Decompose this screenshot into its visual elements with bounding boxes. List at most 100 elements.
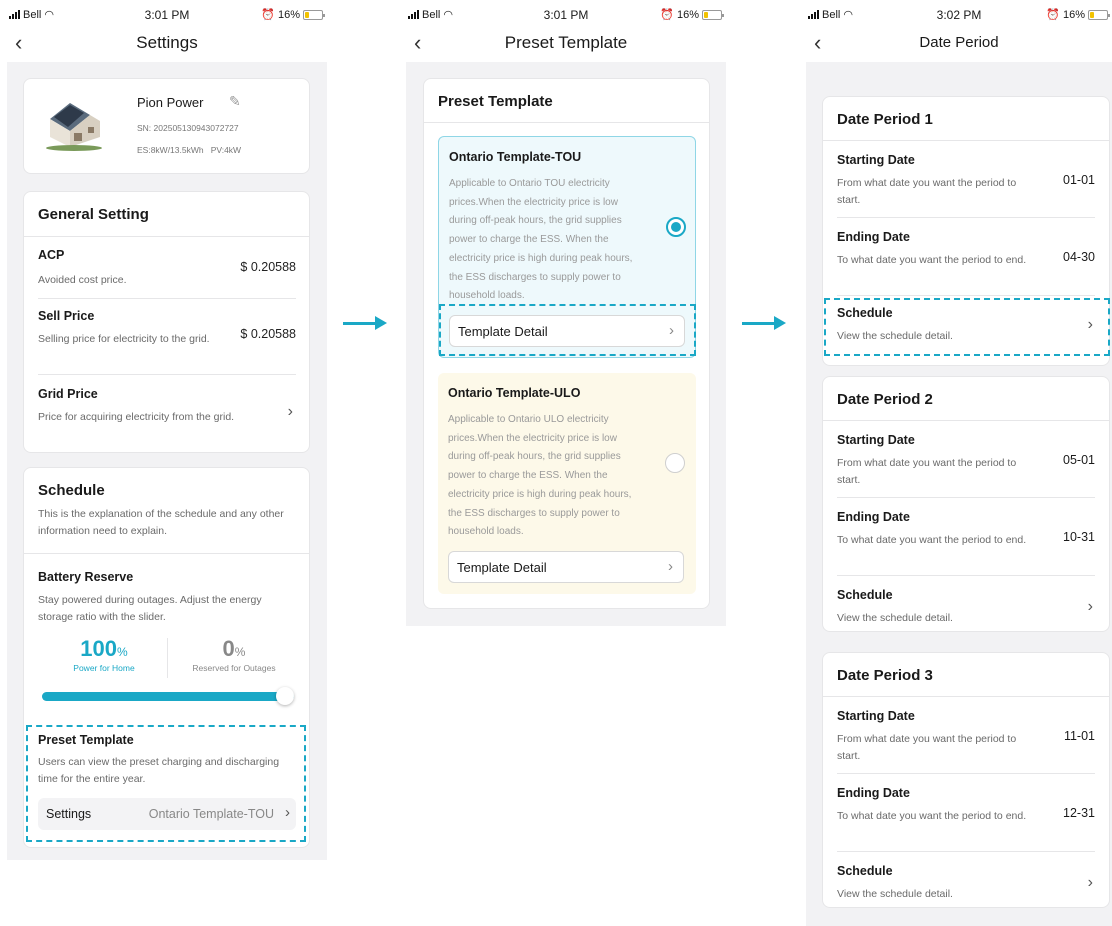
starting-date-row[interactable]: Starting Date From what date you want th… [823,421,1109,497]
settings-screen: Bell ◠ 3:01 PM ⏰ 16% ‹ Settings Pion Power [7,0,327,926]
schedule-row[interactable]: Schedule View the schedule detail. › [823,576,1109,632]
battery-percent: 16% [676,8,699,21]
chevron-right-icon: › [287,403,293,420]
ending-date-label: Ending Date [837,230,910,244]
outage-reserve-value: 0 [222,636,235,661]
nav-bar: ‹ Date Period [806,30,1112,58]
battery-icon [702,9,724,20]
preset-template-screen: Bell ◠ 3:01 PM ⏰ 16% ‹ Preset Template Pre… [406,0,726,926]
device-name: Pion Power [137,95,204,110]
page-title: Date Period [919,34,999,51]
home-power-readout: 100% Power for Home [54,636,154,673]
grid-price-label: Grid Price [38,387,98,401]
flow-arrow-icon [742,316,786,330]
template-detail-label: Template Detail [457,560,547,575]
battery-reserve-desc: Stay powered during outages. Adjust the … [38,594,262,623]
radio-unselected-icon[interactable] [665,453,685,473]
alarm-icon: ⏰ [1046,9,1060,21]
template-detail-button[interactable]: Template Detail › [448,551,684,583]
ending-date-label: Ending Date [837,510,910,524]
starting-date-value: 05-01 [1063,453,1095,467]
ending-date-value: 04-30 [1063,250,1095,264]
acp-label: ACP [38,248,65,262]
general-setting-header: General Setting [38,206,149,223]
highlight-template-detail [439,304,696,356]
battery-reserve-label: Battery Reserve [38,570,134,584]
schedule-label: Schedule [837,588,893,602]
ending-date-value: 10-31 [1063,530,1095,544]
reserve-slider[interactable] [42,687,294,705]
battery-icon [1088,9,1110,20]
sell-price-value: $ 0.20588 [240,327,296,341]
ending-date-row[interactable]: Ending Date To what date you want the pe… [823,218,1109,295]
sell-price-desc: Selling price for electricity to the gri… [38,333,210,345]
acp-value: $ 0.20588 [240,260,296,274]
acp-row[interactable]: ACP Avoided cost price. $ 0.20588 [24,238,309,298]
date-period-card: Date Period 2 Starting Date From what da… [822,376,1110,632]
highlight-schedule-row [824,298,1110,356]
divider [424,122,709,123]
house-image [44,97,106,151]
ending-date-desc: To what date you want the period to end. [837,254,1027,266]
starting-date-row[interactable]: Starting Date From what date you want th… [823,697,1109,773]
acp-desc: Avoided cost price. [38,274,127,286]
sell-price-label: Sell Price [38,309,95,323]
status-bar: Bell ◠ 3:01 PM ⏰ 16% [406,0,726,30]
divider [24,553,309,554]
general-setting-card: General Setting ACP Avoided cost price. … [23,191,310,453]
edit-icon[interactable]: ✎ [229,93,241,110]
alarm-icon: ⏰ [660,9,674,21]
status-bar: Bell ◠ 3:01 PM ⏰ 16% [7,0,327,30]
schedule-desc: View the schedule detail. [837,612,953,624]
template-desc: Applicable to Ontario ULO electricity pr… [448,414,632,538]
radio-selected-icon[interactable] [666,217,686,237]
nav-bar: ‹ Settings [7,30,327,58]
battery-percent: 16% [1062,8,1085,21]
date-period-header: Date Period 2 [837,391,933,408]
ending-date-row[interactable]: Ending Date To what date you want the pe… [823,498,1109,575]
starting-date-desc: From what date you want the period to st… [837,457,1017,486]
starting-date-desc: From what date you want the period to st… [837,177,1017,206]
date-period-card: Date Period 3 Starting Date From what da… [822,652,1110,908]
starting-date-label: Starting Date [837,709,915,723]
date-period-header: Date Period 3 [837,667,933,684]
starting-date-label: Starting Date [837,433,915,447]
chevron-right-icon: › [1087,598,1093,615]
ending-date-row[interactable]: Ending Date To what date you want the pe… [823,774,1109,851]
ending-date-desc: To what date you want the period to end. [837,534,1027,546]
divider [24,236,309,237]
battery-icon [303,9,325,20]
preset-card-header: Preset Template [438,93,553,110]
schedule-header: Schedule [38,482,105,499]
page-title: Settings [136,33,198,52]
slider-thumb[interactable] [276,687,294,705]
template-option-ulo[interactable]: Ontario Template-ULO Applicable to Ontar… [438,373,696,594]
outage-reserve-unit: % [234,645,246,659]
date-period-header: Date Period 1 [837,111,933,128]
device-specs: ES:8kW/13.5kWh PV:4kW [137,145,242,155]
schedule-label: Schedule [837,864,893,878]
template-name: Ontario Template-TOU [449,150,582,164]
ending-date-desc: To what date you want the period to end. [837,810,1027,822]
ending-date-label: Ending Date [837,786,910,800]
chevron-right-icon: › [1087,874,1093,891]
date-period-content: Date Period 1 Starting Date From what da… [806,62,1112,926]
grid-price-row[interactable]: Grid Price Price for acquiring electrici… [24,375,309,451]
starting-date-label: Starting Date [837,153,915,167]
home-power-value: 100 [80,636,118,661]
starting-date-row[interactable]: Starting Date From what date you want th… [823,141,1109,217]
outage-reserve-label: Reserved for Outages [192,663,276,673]
sell-price-row[interactable]: Sell Price Selling price for electricity… [24,299,309,373]
device-sn: SN: 202505130943072727 [137,123,239,133]
outage-reserve-readout: 0% Reserved for Outages [179,636,289,673]
page-title: Preset Template [504,33,628,52]
schedule-desc: This is the explanation of the schedule … [38,508,284,537]
schedule-row[interactable]: Schedule View the schedule detail. › [823,852,1109,908]
slider-fill [42,692,294,701]
chevron-right-icon: › [668,558,673,575]
highlight-preset-template [26,725,306,842]
divider [167,638,168,678]
flow-arrow-icon [343,316,387,330]
date-period-screen: Bell ◠ 3:02 PM ⏰ 16% ‹ Date Period Date Pe… [806,0,1112,926]
battery-percent: 16% [277,8,300,21]
